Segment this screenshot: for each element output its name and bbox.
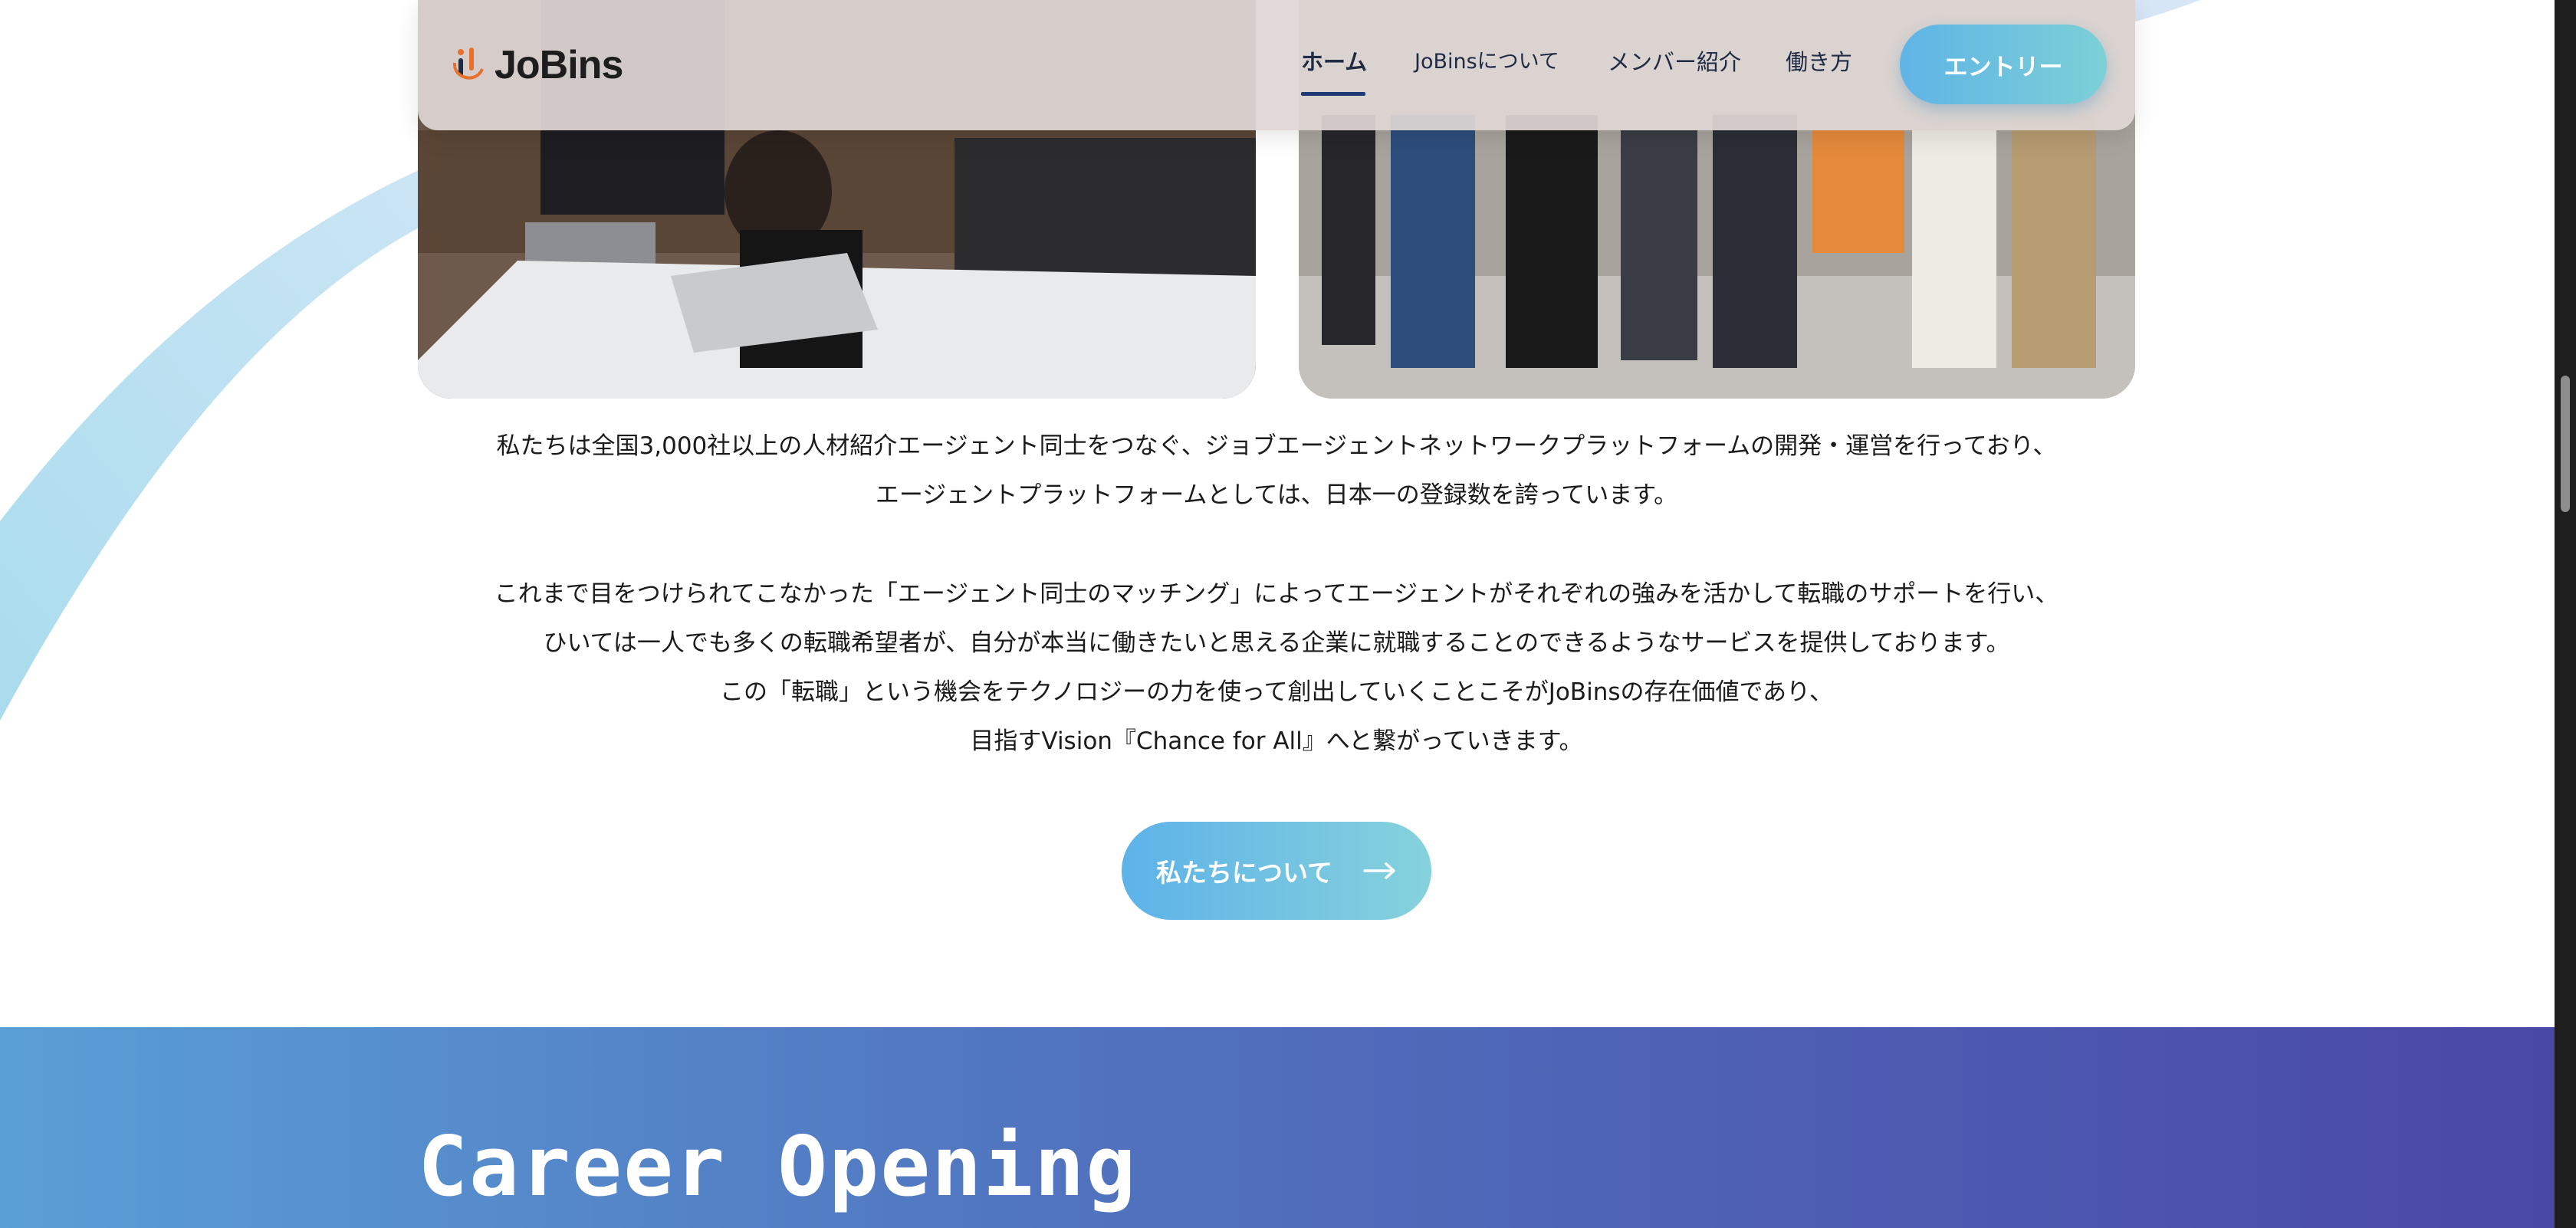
scrollbar-thumb[interactable]	[2561, 376, 2570, 512]
nav-home-active-indicator	[1301, 92, 1365, 96]
intro-text-line: 私たちは全国3,000社以上の人材紹介エージェント同士をつなぐ、ジョブエージェン…	[496, 432, 2057, 460]
about-us-button[interactable]: 私たちについて	[1122, 822, 1431, 920]
logo-text: JoBins	[495, 43, 623, 87]
intro-paragraph-1: 私たちは全国3,000社以上の人材紹介エージェント同士をつなぐ、ジョブエージェン…	[418, 422, 2135, 520]
site-header: JoBins ホーム JoBinsについて メンバー紹介 働き方 エントリー	[418, 0, 2135, 130]
nav-home[interactable]: ホーム	[1301, 44, 1367, 77]
nav-work-style[interactable]: 働き方	[1786, 44, 1852, 77]
nav-members[interactable]: メンバー紹介	[1608, 44, 1741, 77]
entry-button[interactable]: エントリー	[1900, 25, 2107, 104]
career-opening-section: Career Opening	[0, 1027, 2555, 1228]
intro-paragraph-2: これまで目をつけられてこなかった「エージェント同士のマッチング」によってエージェ…	[418, 570, 2135, 766]
intro-text-line: これまで目をつけられてこなかった「エージェント同士のマッチング」によってエージェ…	[494, 580, 2059, 608]
career-opening-title: Career Opening	[418, 1119, 1138, 1215]
jobins-logo-icon	[452, 48, 484, 80]
jobins-logo[interactable]: JoBins	[450, 38, 623, 92]
intro-text-line: 目指すVision『Chance for All』へと繋がっていきます。	[970, 727, 1583, 755]
page-scrollbar[interactable]	[2555, 0, 2576, 1228]
intro-text-line: この「転職」という機会をテクノロジーの力を使って創出していくことこそがJoBin…	[720, 678, 1833, 706]
arrow-right-icon	[1363, 862, 1395, 879]
intro-text-line: ひいては一人でも多くの転職希望者が、自分が本当に働きたいと思える企業に就職するこ…	[543, 629, 2010, 657]
nav-about-jobins[interactable]: JoBinsについて	[1414, 44, 1559, 74]
intro-text-line: エージェントプラットフォームとしては、日本一の登録数を誇っています。	[875, 481, 1678, 509]
about-us-button-label: 私たちについて	[1155, 858, 1332, 888]
entry-button-label: エントリー	[1944, 53, 2063, 81]
